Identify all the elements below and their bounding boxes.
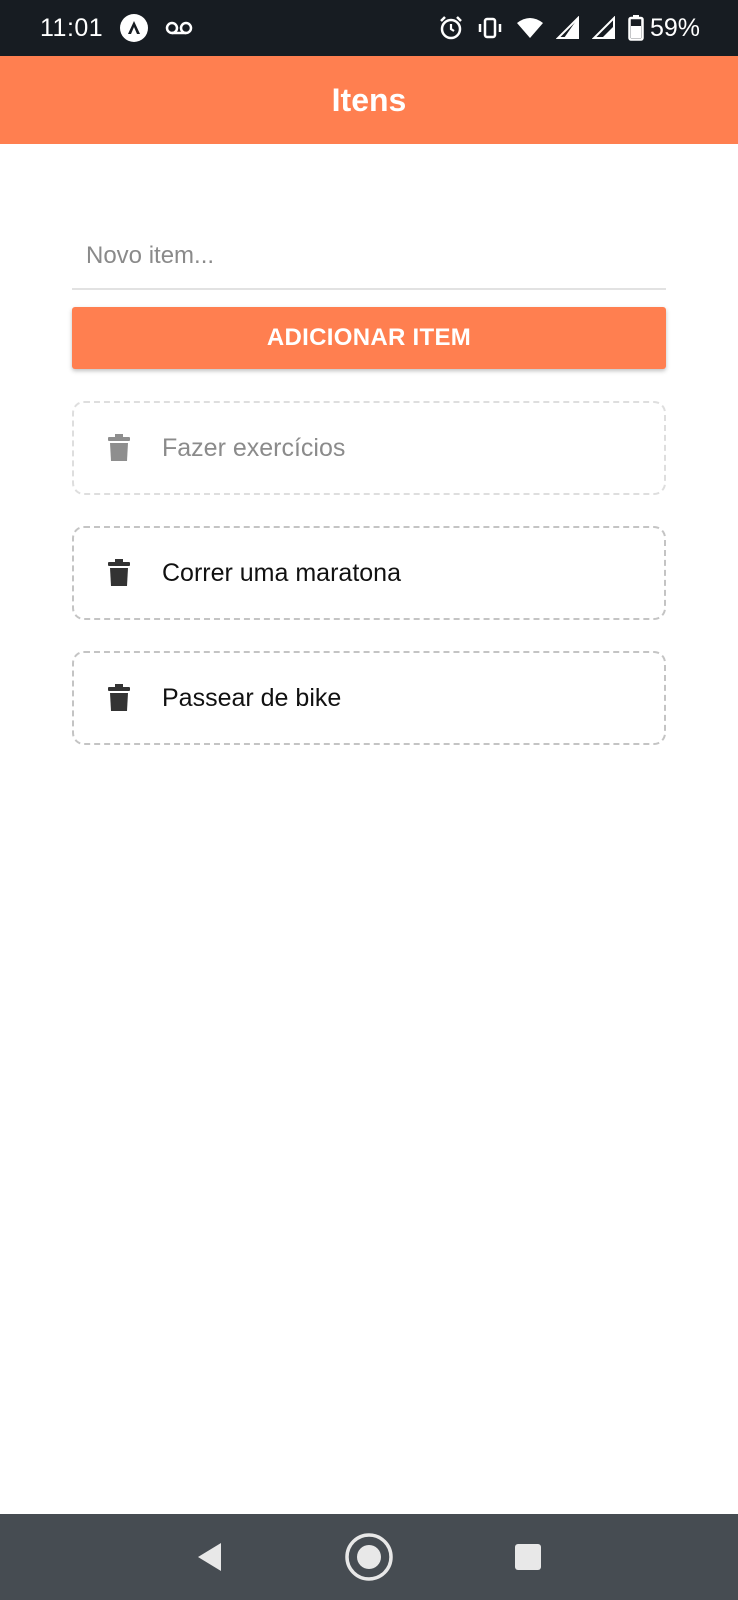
list-item-label: Passear de bike (162, 683, 342, 712)
home-icon[interactable] (339, 1527, 399, 1587)
page-title: Itens (331, 81, 407, 118)
new-item-field (72, 224, 666, 290)
voicemail-icon (165, 20, 193, 36)
status-bar-right: 59% (438, 14, 700, 43)
app-header: Itens (0, 56, 738, 144)
add-item-button[interactable]: ADICIONAR ITEM (72, 307, 666, 369)
alarm-icon (438, 15, 464, 41)
list-item: Fazer exercícios (72, 401, 666, 495)
status-bar-left: 11:01 (40, 13, 193, 43)
battery-icon (628, 15, 644, 41)
battery-percentage: 59% (649, 13, 700, 42)
status-time: 11:01 (40, 13, 104, 42)
list-item-label: Fazer exercícios (162, 433, 346, 462)
signal-icon (591, 16, 616, 40)
list-item: Correr uma maratona (72, 526, 666, 620)
list-item-label: Correr uma maratona (162, 558, 401, 587)
new-item-input[interactable] (72, 224, 666, 288)
recents-icon[interactable] (498, 1527, 558, 1587)
wifi-icon (516, 17, 544, 39)
vibrate-icon (476, 16, 504, 40)
app-a-icon (119, 13, 149, 43)
list-item: Passear de bike (72, 651, 666, 745)
back-icon[interactable] (180, 1527, 240, 1587)
trash-icon[interactable] (108, 559, 130, 587)
signal-icon (555, 16, 580, 40)
status-bar: 11:01 59% (0, 0, 738, 56)
trash-icon[interactable] (108, 434, 130, 462)
trash-icon[interactable] (108, 684, 130, 712)
navigation-bar (0, 1514, 738, 1600)
